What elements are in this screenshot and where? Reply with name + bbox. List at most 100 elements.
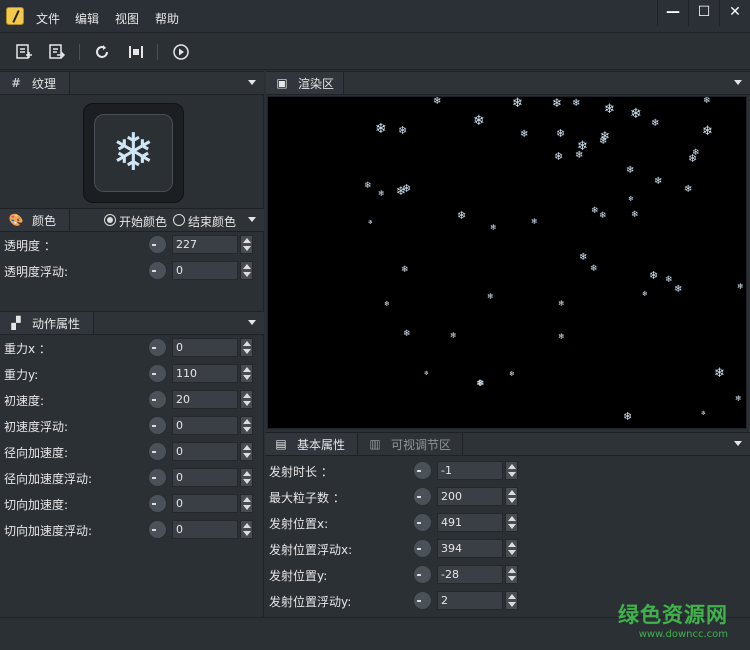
chevron-down-icon[interactable] xyxy=(734,80,742,85)
property-row: 切向加速度: 0 xyxy=(0,493,264,513)
minimize-button[interactable]: — xyxy=(657,0,688,26)
tab-visual-adjust[interactable]: ▥ 可视调节区 xyxy=(359,433,463,455)
alpha-var-input[interactable]: 0 xyxy=(172,261,238,280)
property-label: 初速度: xyxy=(4,394,45,408)
property-stepper[interactable] xyxy=(240,416,253,435)
property-label: 发射位置浮动x: xyxy=(269,543,353,557)
property-knob[interactable] xyxy=(148,390,167,409)
close-button[interactable]: ✕ xyxy=(719,0,750,26)
property-row: 发射时长 ： -1 xyxy=(265,460,750,480)
property-input[interactable]: 491 xyxy=(437,513,503,532)
properties-icon: ▤ xyxy=(275,437,287,451)
menu-file[interactable]: 文件 xyxy=(36,10,60,27)
maximize-button[interactable]: ☐ xyxy=(688,0,719,26)
export-icon[interactable] xyxy=(48,43,66,61)
property-knob[interactable] xyxy=(413,513,432,532)
motion-panel-header[interactable]: ▞ 动作属性 xyxy=(0,311,264,335)
menu-edit[interactable]: 编辑 xyxy=(75,10,99,27)
end-color-radio[interactable] xyxy=(173,214,185,226)
snowflake-icon: ❄ xyxy=(94,114,173,192)
alpha-var-knob[interactable] xyxy=(148,261,167,280)
property-input[interactable]: 20 xyxy=(172,390,238,409)
snowflake-particle: ❄ xyxy=(575,150,584,161)
motion-icon: ▞ xyxy=(11,316,21,330)
property-input[interactable]: 0 xyxy=(172,520,238,539)
chevron-down-icon[interactable] xyxy=(248,80,256,85)
property-label: 最大粒子数 ： xyxy=(269,491,345,505)
property-stepper[interactable] xyxy=(505,513,518,532)
property-knob[interactable] xyxy=(148,416,167,435)
property-knob[interactable] xyxy=(148,468,167,487)
property-knob[interactable] xyxy=(413,565,432,584)
property-knob[interactable] xyxy=(413,461,432,480)
property-stepper[interactable] xyxy=(505,461,518,480)
chevron-down-icon[interactable] xyxy=(734,441,742,446)
snowflake-particle: ❄ xyxy=(375,121,387,137)
fit-frame-icon[interactable] xyxy=(127,43,145,61)
property-row: 径向加速度浮动: 0 xyxy=(0,467,264,487)
property-input[interactable]: 0 xyxy=(172,442,238,461)
texture-panel-header[interactable]: # 纹理 xyxy=(0,71,264,95)
property-knob[interactable] xyxy=(148,442,167,461)
property-stepper[interactable] xyxy=(240,494,253,513)
property-knob[interactable] xyxy=(148,494,167,513)
play-icon[interactable] xyxy=(172,43,190,61)
property-input[interactable]: 110 xyxy=(172,364,238,383)
menu-view[interactable]: 视图 xyxy=(115,10,139,27)
property-stepper[interactable] xyxy=(240,442,253,461)
property-label: 切向加速度浮动: xyxy=(4,524,93,538)
property-input[interactable]: -1 xyxy=(437,461,503,480)
property-row: 重力x ： 0 xyxy=(0,337,264,357)
snowflake-particle: ❄ xyxy=(714,366,725,381)
alpha-knob[interactable] xyxy=(148,235,167,254)
property-knob[interactable] xyxy=(148,520,167,539)
title-bar: 文件 编辑 视图 帮助 — ☐ ✕ xyxy=(0,0,750,33)
property-stepper[interactable] xyxy=(505,591,518,610)
snowflake-particle: ❄ xyxy=(424,370,430,377)
property-stepper[interactable] xyxy=(240,390,253,409)
property-stepper[interactable] xyxy=(505,565,518,584)
property-label: 径向加速度浮动: xyxy=(4,472,93,486)
refresh-icon[interactable] xyxy=(93,43,111,61)
property-knob[interactable] xyxy=(148,338,167,357)
property-label: 发射位置y: xyxy=(269,569,328,583)
property-knob[interactable] xyxy=(148,364,167,383)
property-stepper[interactable] xyxy=(240,338,253,357)
alpha-stepper[interactable] xyxy=(240,235,253,254)
property-row: 初速度: 20 xyxy=(0,389,264,409)
texture-preview[interactable]: ❄ xyxy=(83,103,184,203)
property-stepper[interactable] xyxy=(505,487,518,506)
property-stepper[interactable] xyxy=(505,539,518,558)
property-knob[interactable] xyxy=(413,487,432,506)
property-input[interactable]: 0 xyxy=(172,468,238,487)
tab-basic-properties[interactable]: ▤ 基本属性 xyxy=(265,433,358,455)
alpha-var-row: 透明度浮动: 0 xyxy=(0,260,264,280)
color-panel-header[interactable]: 🎨 颜色 开始颜色 结束颜色 xyxy=(0,208,264,232)
property-row: 重力y: 110 xyxy=(0,363,264,383)
chevron-down-icon[interactable] xyxy=(248,320,256,325)
property-stepper[interactable] xyxy=(240,520,253,539)
new-file-icon[interactable] xyxy=(15,43,33,61)
alpha-var-stepper[interactable] xyxy=(240,261,253,280)
menu-help[interactable]: 帮助 xyxy=(155,10,179,27)
start-color-radio[interactable] xyxy=(104,214,116,226)
property-input[interactable]: 0 xyxy=(172,494,238,513)
property-input[interactable]: -28 xyxy=(437,565,503,584)
property-input[interactable]: 200 xyxy=(437,487,503,506)
property-input[interactable]: 0 xyxy=(172,338,238,357)
property-input[interactable]: 2 xyxy=(437,591,503,610)
property-input[interactable]: 394 xyxy=(437,539,503,558)
property-label: 发射位置浮动y: xyxy=(269,595,352,609)
render-panel-header[interactable]: ▣ 渲染区 xyxy=(266,71,750,95)
render-canvas[interactable]: ❄ ❄ ❄ ❄ ❄ ❄ ❄ ❄ ❄ ❄ ❄ ❄ ❄ ❄ ❄ ❄ ❄ ❄ ❄ ❄ ❄ ❄ ❄ ❄ ❄ ❄ ❄ ❄ ❄ ❄ ❄ ❄ ❄ ❄ ❄ ❄ ❄ ❄ ❄ ❄… xyxy=(267,96,747,429)
toolbar-separator xyxy=(79,44,80,60)
property-stepper[interactable] xyxy=(240,468,253,487)
property-label: 径向加速度: xyxy=(4,446,69,460)
property-stepper[interactable] xyxy=(240,364,253,383)
chevron-down-icon[interactable] xyxy=(248,217,256,222)
property-knob[interactable] xyxy=(413,539,432,558)
property-input[interactable]: 0 xyxy=(172,416,238,435)
snowflake-particle: ❄ xyxy=(384,300,390,308)
alpha-input[interactable]: 227 xyxy=(172,235,238,254)
property-knob[interactable] xyxy=(413,591,432,610)
